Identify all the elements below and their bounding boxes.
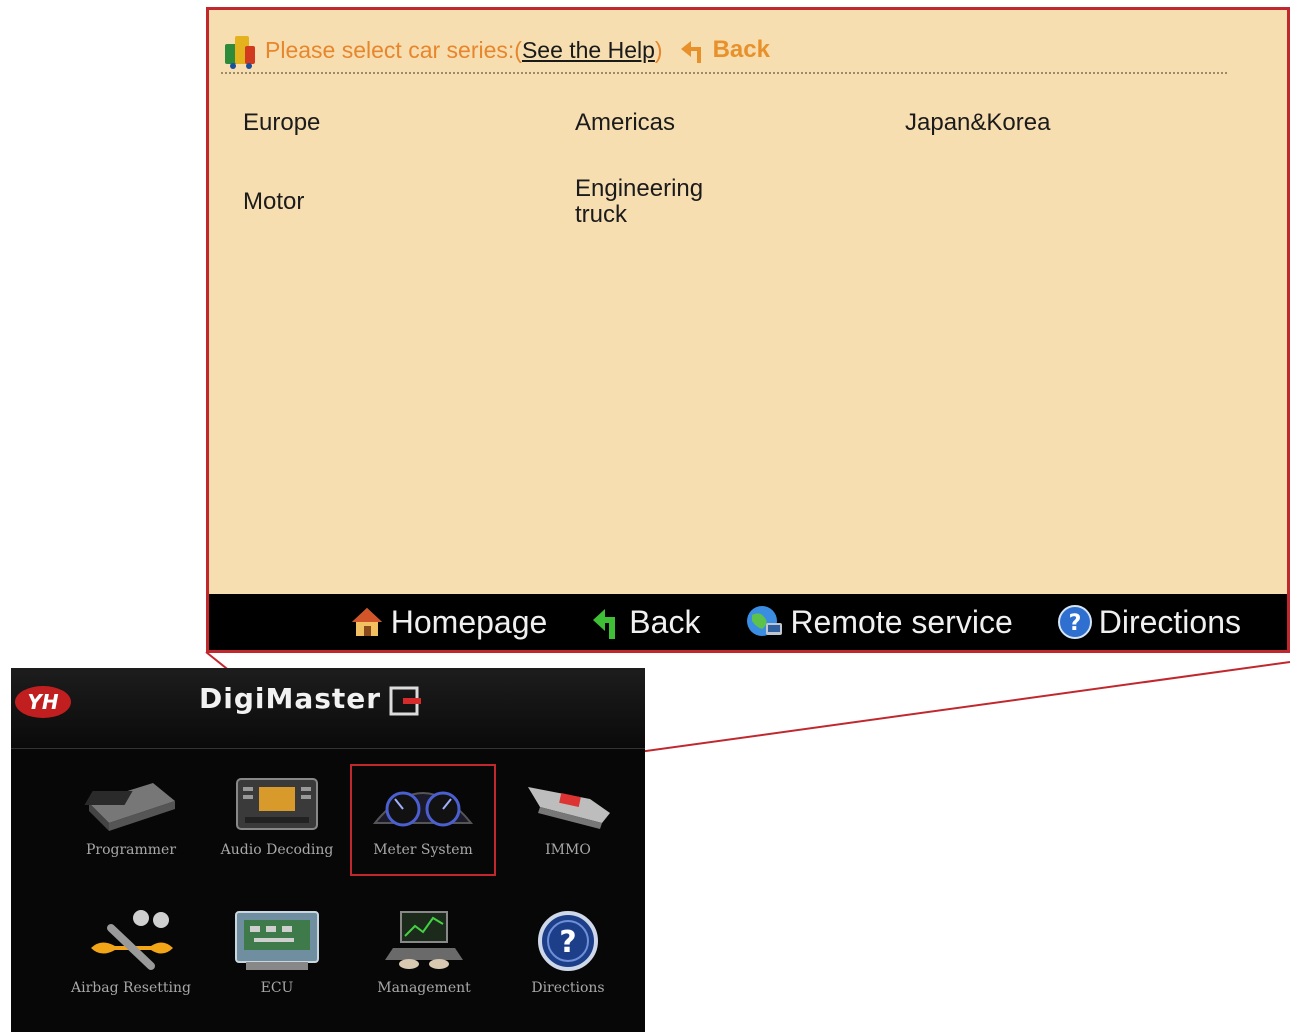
help-circle-icon: ? — [538, 911, 598, 971]
tile-management-label: Management — [377, 980, 471, 996]
back-arrow-icon — [680, 41, 701, 63]
tile-programmer[interactable]: Programmer — [61, 768, 201, 858]
homepage-button[interactable]: Homepage — [349, 603, 548, 641]
tile-meter-system[interactable]: Meter System — [350, 764, 496, 876]
laptop-icon — [385, 911, 463, 969]
series-europe[interactable]: Europe — [243, 110, 320, 136]
series-motor[interactable]: Motor — [243, 189, 304, 215]
digimaster-screen: YH DigiMaster Programmer Audio Decoding … — [11, 668, 645, 1032]
select-prompt: Please select car series:( — [265, 36, 522, 63]
back-arrow-icon — [593, 609, 616, 639]
series-japan-korea[interactable]: Japan&Korea — [905, 110, 1050, 136]
tile-immo-label: IMMO — [545, 842, 591, 858]
tile-immo[interactable]: IMMO — [498, 768, 638, 858]
title-decoration-icon — [389, 686, 421, 716]
directions-button[interactable]: ? Directions — [1057, 604, 1241, 641]
car-series-panel: Please select car series:( See the Help … — [206, 7, 1290, 653]
series-americas[interactable]: Americas — [575, 110, 675, 136]
see-help-link[interactable]: See the Help — [522, 37, 655, 64]
home-icon — [351, 608, 382, 636]
digimaster-title: DigiMaster — [199, 682, 382, 715]
audio-icon — [236, 778, 318, 830]
meter-icon — [372, 791, 474, 827]
ecu-board-icon — [235, 911, 319, 970]
tile-audio-decoding[interactable]: Audio Decoding — [207, 768, 347, 858]
yh-logo: YH — [15, 686, 71, 718]
tile-ecu-label: ECU — [260, 980, 294, 996]
programmer-icon — [84, 783, 175, 831]
digimaster-header: YH DigiMaster — [11, 668, 645, 749]
tile-directions-label: Directions — [531, 980, 605, 996]
remote-service-button[interactable]: Remote service — [744, 603, 1013, 641]
tile-ecu[interactable]: ECU — [207, 906, 347, 996]
remote-service-label: Remote service — [790, 603, 1013, 640]
directions-label: Directions — [1098, 603, 1241, 640]
panel-header: Please select car series:( See the Help … — [221, 28, 1227, 74]
back-label: Back — [629, 603, 701, 640]
homepage-label: Homepage — [390, 603, 548, 640]
wrench-icon — [91, 910, 173, 970]
prompt-paren: ) — [654, 36, 663, 63]
globe-icon — [747, 606, 783, 636]
svg-text:?: ? — [559, 925, 576, 960]
tile-programmer-label: Programmer — [85, 842, 177, 858]
immo-key-icon — [528, 787, 610, 829]
series-engineering-truck[interactable]: Engineering truck — [575, 176, 725, 228]
svg-text:?: ? — [1068, 611, 1081, 636]
svg-text:YH: YH — [27, 690, 58, 714]
tile-meter-system-label: Meter System — [373, 842, 473, 858]
back-link[interactable]: Back — [679, 35, 770, 65]
tile-management[interactable]: Management — [354, 906, 494, 996]
tile-airbag-resetting-label: Airbag Resetting — [70, 980, 191, 996]
back-button[interactable]: Back — [591, 603, 700, 641]
tile-airbag-resetting[interactable]: Airbag Resetting — [61, 906, 201, 996]
bottom-nav-bar: Homepage Back Remote service ? Direction… — [209, 594, 1287, 650]
tile-audio-decoding-label: Audio Decoding — [220, 842, 334, 858]
tile-directions[interactable]: ? Directions — [498, 906, 638, 996]
question-icon: ? — [1057, 605, 1092, 639]
back-link-label: Back — [712, 36, 770, 63]
car-series-icon — [225, 36, 255, 69]
